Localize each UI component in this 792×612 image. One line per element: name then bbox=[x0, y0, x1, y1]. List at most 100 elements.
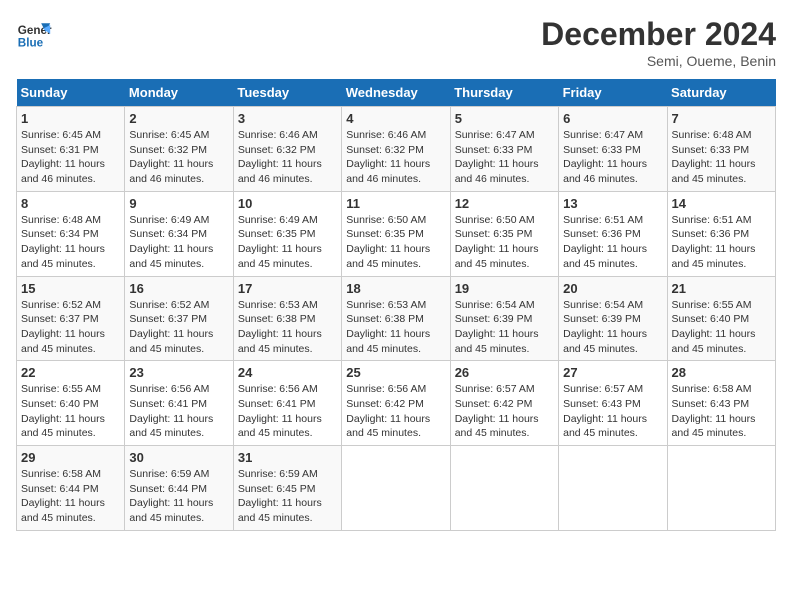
calendar-week-row: 15Sunrise: 6:52 AMSunset: 6:37 PMDayligh… bbox=[17, 276, 776, 361]
svg-text:Blue: Blue bbox=[18, 37, 44, 50]
day-detail: Sunrise: 6:56 AMSunset: 6:41 PMDaylight:… bbox=[238, 382, 337, 441]
calendar-cell: 12 Sunrise: 6:50 AMSunset: 6:35 PMDayligh… bbox=[450, 191, 558, 276]
day-detail: Sunrise: 6:45 AMSunset: 6:32 PMDaylight:… bbox=[129, 128, 228, 187]
day-detail: Sunrise: 6:54 AMSunset: 6:39 PMDaylight:… bbox=[563, 298, 662, 357]
day-number: 25 bbox=[346, 365, 445, 380]
day-detail: Sunrise: 6:46 AMSunset: 6:32 PMDaylight:… bbox=[238, 128, 337, 187]
day-number: 24 bbox=[238, 365, 337, 380]
calendar-cell: 19 Sunrise: 6:54 AMSunset: 6:39 PMDayligh… bbox=[450, 276, 558, 361]
calendar-table: SundayMondayTuesdayWednesdayThursdayFrid… bbox=[16, 79, 776, 531]
calendar-cell: 1 Sunrise: 6:45 AMSunset: 6:31 PMDaylight… bbox=[17, 107, 125, 192]
day-number: 13 bbox=[563, 196, 662, 211]
calendar-cell: 16Sunrise: 6:52 AMSunset: 6:37 PMDayligh… bbox=[125, 276, 233, 361]
calendar-cell: 25 Sunrise: 6:56 AMSunset: 6:42 PMDayligh… bbox=[342, 361, 450, 446]
weekday-header-thursday: Thursday bbox=[450, 79, 558, 107]
calendar-week-row: 1 Sunrise: 6:45 AMSunset: 6:31 PMDaylight… bbox=[17, 107, 776, 192]
calendar-cell: 26 Sunrise: 6:57 AMSunset: 6:42 PMDayligh… bbox=[450, 361, 558, 446]
calendar-cell: 13 Sunrise: 6:51 AMSunset: 6:36 PMDayligh… bbox=[559, 191, 667, 276]
day-detail: Sunrise: 6:51 AMSunset: 6:36 PMDaylight:… bbox=[672, 213, 771, 272]
day-number: 18 bbox=[346, 281, 445, 296]
calendar-cell: 18 Sunrise: 6:53 AMSunset: 6:38 PMDayligh… bbox=[342, 276, 450, 361]
calendar-cell: 5Sunrise: 6:47 AMSunset: 6:33 PMDaylight… bbox=[450, 107, 558, 192]
day-detail: Sunrise: 6:48 AMSunset: 6:33 PMDaylight:… bbox=[672, 128, 771, 187]
day-number: 11 bbox=[346, 196, 445, 211]
location: Semi, Oueme, Benin bbox=[541, 53, 776, 69]
calendar-week-row: 8Sunrise: 6:48 AMSunset: 6:34 PMDaylight… bbox=[17, 191, 776, 276]
day-number: 22 bbox=[21, 365, 120, 380]
day-number: 20 bbox=[563, 281, 662, 296]
day-detail: Sunrise: 6:52 AMSunset: 6:37 PMDaylight:… bbox=[21, 298, 120, 357]
day-number: 26 bbox=[455, 365, 554, 380]
weekday-header-friday: Friday bbox=[559, 79, 667, 107]
day-detail: Sunrise: 6:51 AMSunset: 6:36 PMDaylight:… bbox=[563, 213, 662, 272]
day-detail: Sunrise: 6:50 AMSunset: 6:35 PMDaylight:… bbox=[455, 213, 554, 272]
logo: General Blue bbox=[16, 16, 52, 52]
calendar-cell: 10 Sunrise: 6:49 AMSunset: 6:35 PMDayligh… bbox=[233, 191, 341, 276]
day-number: 30 bbox=[129, 450, 228, 465]
calendar-cell: 30Sunrise: 6:59 AMSunset: 6:44 PMDayligh… bbox=[125, 446, 233, 531]
calendar-cell bbox=[667, 446, 775, 531]
calendar-cell: 27Sunrise: 6:57 AMSunset: 6:43 PMDayligh… bbox=[559, 361, 667, 446]
calendar-cell: 17 Sunrise: 6:53 AMSunset: 6:38 PMDayligh… bbox=[233, 276, 341, 361]
calendar-cell: 22 Sunrise: 6:55 AMSunset: 6:40 PMDayligh… bbox=[17, 361, 125, 446]
day-detail: Sunrise: 6:53 AMSunset: 6:38 PMDaylight:… bbox=[238, 298, 337, 357]
weekday-header-row: SundayMondayTuesdayWednesdayThursdayFrid… bbox=[17, 79, 776, 107]
month-title: December 2024 bbox=[541, 16, 776, 53]
day-detail: Sunrise: 6:55 AMSunset: 6:40 PMDaylight:… bbox=[21, 382, 120, 441]
day-number: 19 bbox=[455, 281, 554, 296]
day-detail: Sunrise: 6:59 AMSunset: 6:45 PMDaylight:… bbox=[238, 467, 337, 526]
calendar-cell: 2 Sunrise: 6:45 AMSunset: 6:32 PMDaylight… bbox=[125, 107, 233, 192]
calendar-cell: 23 Sunrise: 6:56 AMSunset: 6:41 PMDayligh… bbox=[125, 361, 233, 446]
calendar-cell: 8Sunrise: 6:48 AMSunset: 6:34 PMDaylight… bbox=[17, 191, 125, 276]
day-detail: Sunrise: 6:53 AMSunset: 6:38 PMDaylight:… bbox=[346, 298, 445, 357]
day-number: 4 bbox=[346, 111, 445, 126]
calendar-cell: 28 Sunrise: 6:58 AMSunset: 6:43 PMDayligh… bbox=[667, 361, 775, 446]
day-number: 1 bbox=[21, 111, 120, 126]
day-detail: Sunrise: 6:46 AMSunset: 6:32 PMDaylight:… bbox=[346, 128, 445, 187]
calendar-week-row: 22 Sunrise: 6:55 AMSunset: 6:40 PMDayligh… bbox=[17, 361, 776, 446]
weekday-header-saturday: Saturday bbox=[667, 79, 775, 107]
calendar-cell bbox=[342, 446, 450, 531]
day-detail: Sunrise: 6:45 AMSunset: 6:31 PMDaylight:… bbox=[21, 128, 120, 187]
day-detail: Sunrise: 6:47 AMSunset: 6:33 PMDaylight:… bbox=[563, 128, 662, 187]
day-number: 12 bbox=[455, 196, 554, 211]
day-number: 16 bbox=[129, 281, 228, 296]
day-number: 3 bbox=[238, 111, 337, 126]
calendar-cell bbox=[450, 446, 558, 531]
day-number: 17 bbox=[238, 281, 337, 296]
day-detail: Sunrise: 6:55 AMSunset: 6:40 PMDaylight:… bbox=[672, 298, 771, 357]
day-number: 28 bbox=[672, 365, 771, 380]
day-detail: Sunrise: 6:50 AMSunset: 6:35 PMDaylight:… bbox=[346, 213, 445, 272]
calendar-week-row: 29 Sunrise: 6:58 AMSunset: 6:44 PMDayligh… bbox=[17, 446, 776, 531]
day-number: 6 bbox=[563, 111, 662, 126]
day-detail: Sunrise: 6:57 AMSunset: 6:42 PMDaylight:… bbox=[455, 382, 554, 441]
day-number: 23 bbox=[129, 365, 228, 380]
day-detail: Sunrise: 6:54 AMSunset: 6:39 PMDaylight:… bbox=[455, 298, 554, 357]
calendar-cell: 31 Sunrise: 6:59 AMSunset: 6:45 PMDayligh… bbox=[233, 446, 341, 531]
day-number: 7 bbox=[672, 111, 771, 126]
title-block: December 2024 Semi, Oueme, Benin bbox=[541, 16, 776, 69]
calendar-cell: 9Sunrise: 6:49 AMSunset: 6:34 PMDaylight… bbox=[125, 191, 233, 276]
day-detail: Sunrise: 6:56 AMSunset: 6:42 PMDaylight:… bbox=[346, 382, 445, 441]
calendar-cell: 4 Sunrise: 6:46 AMSunset: 6:32 PMDaylight… bbox=[342, 107, 450, 192]
weekday-header-monday: Monday bbox=[125, 79, 233, 107]
calendar-cell: 24 Sunrise: 6:56 AMSunset: 6:41 PMDayligh… bbox=[233, 361, 341, 446]
day-number: 2 bbox=[129, 111, 228, 126]
day-detail: Sunrise: 6:58 AMSunset: 6:44 PMDaylight:… bbox=[21, 467, 120, 526]
day-detail: Sunrise: 6:49 AMSunset: 6:35 PMDaylight:… bbox=[238, 213, 337, 272]
day-number: 21 bbox=[672, 281, 771, 296]
day-number: 10 bbox=[238, 196, 337, 211]
weekday-header-sunday: Sunday bbox=[17, 79, 125, 107]
calendar-cell: 3 Sunrise: 6:46 AMSunset: 6:32 PMDaylight… bbox=[233, 107, 341, 192]
calendar-cell bbox=[559, 446, 667, 531]
day-detail: Sunrise: 6:58 AMSunset: 6:43 PMDaylight:… bbox=[672, 382, 771, 441]
day-detail: Sunrise: 6:56 AMSunset: 6:41 PMDaylight:… bbox=[129, 382, 228, 441]
day-number: 31 bbox=[238, 450, 337, 465]
day-number: 8 bbox=[21, 196, 120, 211]
calendar-body: 1 Sunrise: 6:45 AMSunset: 6:31 PMDaylight… bbox=[17, 107, 776, 531]
calendar-cell: 7 Sunrise: 6:48 AMSunset: 6:33 PMDaylight… bbox=[667, 107, 775, 192]
weekday-header-wednesday: Wednesday bbox=[342, 79, 450, 107]
day-number: 29 bbox=[21, 450, 120, 465]
day-number: 27 bbox=[563, 365, 662, 380]
calendar-cell: 15Sunrise: 6:52 AMSunset: 6:37 PMDayligh… bbox=[17, 276, 125, 361]
